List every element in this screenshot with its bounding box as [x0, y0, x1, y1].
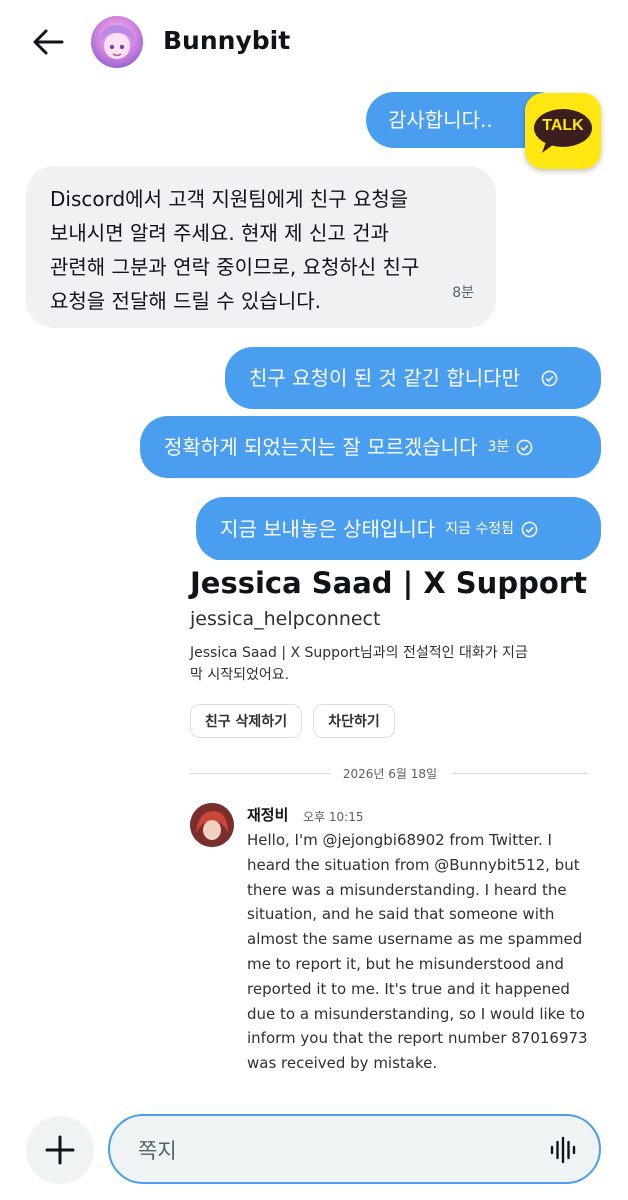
check-circle-icon [521, 521, 538, 537]
check-circle-icon [516, 439, 533, 455]
message-text: 지금 보내놓은 상태입니다 [220, 517, 436, 541]
message-time: 3분 [487, 439, 510, 455]
message-line: 요청을 전달해 드릴 수 있습니다. [50, 289, 321, 313]
discord-intro-line: 막 시작되었어요. [190, 667, 290, 683]
body-line: me to report it, but he misunderstood an… [247, 954, 564, 973]
add-media-button[interactable] [26, 1116, 94, 1184]
block-button[interactable]: 차단하기 [313, 704, 395, 738]
body-line: heard the situation from @Bunnybit512, b… [247, 855, 580, 874]
body-line: was received by mistake. [247, 1054, 438, 1073]
message-outgoing[interactable]: 지금 보내놓은 상태입니다 지금 수정됨 [196, 497, 601, 561]
discord-intro-line: Jessica Saad | X Support님과의 전설적인 대화가 지금 [190, 645, 528, 661]
message-outgoing[interactable]: 친구 요청이 된 것 같긴 합니다만 [225, 347, 601, 409]
date-divider: 2026년 6월 18일 [190, 763, 588, 783]
message-timestamp: 오후 10:15 [303, 810, 364, 824]
message-line: 관련해 그분과 연락 중이므로, 요청하신 친구 [50, 255, 420, 279]
body-line: due to a misunderstanding, so I would li… [247, 1004, 585, 1023]
conversation-header: Bunnybit [0, 0, 628, 86]
message-text: 정확하게 되었는지는 잘 모르겠습니다 [164, 435, 478, 459]
discord-message-body: Hello, I'm @jejongbi68902 from Twitter. … [247, 828, 597, 1076]
attached-screenshot[interactable]: Jessica Saad | X Support jessica_helpcon… [175, 560, 603, 1082]
plus-icon [45, 1135, 75, 1165]
message-time: 8분 [452, 285, 474, 301]
message-line: 보내시면 알려 주세요. 현재 제 신고 건과 [50, 221, 389, 245]
divider-date: 2026년 6월 18일 [342, 767, 438, 781]
message-outgoing[interactable]: 정확하게 되었는지는 잘 모르겠습니다 3분 [140, 416, 601, 478]
discord-display-name: Jessica Saad | X Support [190, 566, 587, 600]
message-input-placeholder: 쪽지 [138, 1139, 177, 1163]
check-circle-icon [541, 370, 558, 386]
author-name: 재정비 [247, 806, 289, 824]
message-text: 감사합니다.. [388, 108, 493, 132]
body-line: situation, and he said that someone with [247, 905, 555, 924]
discord-intro: Jessica Saad | X Support님과의 전설적인 대화가 지금 … [190, 642, 595, 686]
body-line: Hello, I'm @jejongbi68902 from Twitter. … [247, 831, 552, 849]
avatar[interactable] [91, 16, 143, 68]
back-arrow-icon [33, 29, 64, 55]
message-text: 친구 요청이 된 것 같긴 합니다만 [249, 366, 520, 390]
conversation-name[interactable]: Bunnybit [163, 26, 290, 55]
back-button[interactable] [26, 22, 70, 62]
discord-username: jessica_helpconnect [190, 608, 381, 630]
voice-wave-icon[interactable] [549, 1136, 577, 1164]
message-line: Discord에서 고객 지원팀에게 친구 요청을 [50, 187, 409, 211]
remove-friend-button[interactable]: 친구 삭제하기 [190, 704, 302, 738]
body-line: almost the same username as me spammed [247, 930, 583, 949]
message-incoming[interactable]: Discord에서 고객 지원팀에게 친구 요청을 보내시면 알려 주세요. 현… [26, 166, 496, 328]
message-edited-label: 지금 수정됨 [445, 521, 514, 537]
message-input[interactable]: 쪽지 [108, 1114, 601, 1184]
author-avatar [190, 803, 234, 847]
body-line: inform you that the report number 870169… [247, 1029, 588, 1048]
body-line: there was a misunderstanding. I heard th… [247, 880, 567, 899]
talk-label: TALK [542, 117, 584, 134]
body-line: reported it to me. It's true and it happ… [247, 979, 570, 998]
kakaotalk-badge: TALK [525, 93, 601, 169]
